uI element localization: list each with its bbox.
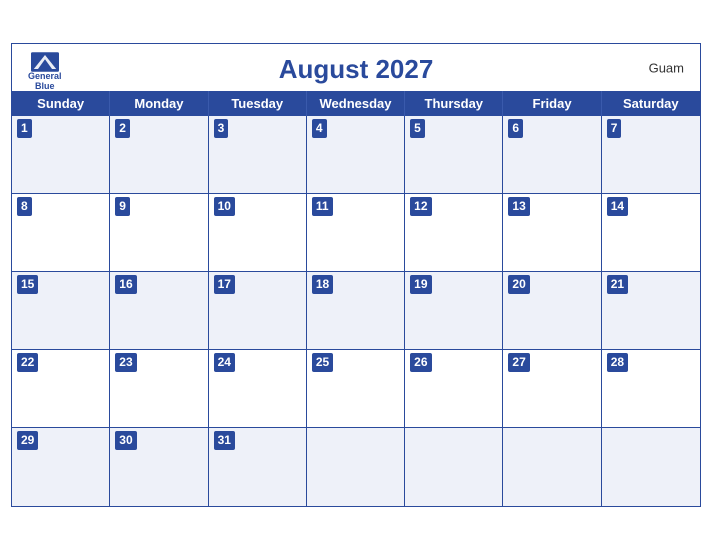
calendar-title: August 2027 [279, 54, 434, 85]
cell-day-4: 4 [307, 116, 405, 194]
day-monday: Monday [110, 91, 208, 116]
date-number: 7 [607, 119, 622, 138]
date-number: 21 [607, 275, 628, 294]
date-number: 16 [115, 275, 136, 294]
date-number: 1 [17, 119, 32, 138]
date-number: 25 [312, 353, 333, 372]
date-number: 29 [17, 431, 38, 450]
cell-day-14: 14 [602, 194, 700, 272]
date-number: 2 [115, 119, 130, 138]
cell-day-3: 3 [209, 116, 307, 194]
date-number: 27 [508, 353, 529, 372]
cell-day-6: 6 [503, 116, 601, 194]
date-number: 14 [607, 197, 628, 216]
date-number: 10 [214, 197, 235, 216]
day-headers: Sunday Monday Tuesday Wednesday Thursday… [12, 91, 700, 116]
cell-day-7: 7 [602, 116, 700, 194]
cell-day-24: 24 [209, 350, 307, 428]
region-label: Guam [649, 60, 684, 75]
date-number: 11 [312, 197, 333, 216]
cell-day-21: 21 [602, 272, 700, 350]
date-number: 24 [214, 353, 235, 372]
cell-day-12: 12 [405, 194, 503, 272]
logo: General Blue [28, 52, 62, 92]
cell-day-29: 29 [12, 428, 110, 506]
date-number: 17 [214, 275, 235, 294]
cell-day-10: 10 [209, 194, 307, 272]
cell-day-20: 20 [503, 272, 601, 350]
cell-day-27: 27 [503, 350, 601, 428]
date-number: 6 [508, 119, 523, 138]
cell-empty [602, 428, 700, 506]
calendar: General Blue August 2027 Guam Sunday Mon… [11, 43, 701, 507]
cell-day-8: 8 [12, 194, 110, 272]
cell-day-1: 1 [12, 116, 110, 194]
cell-day-28: 28 [602, 350, 700, 428]
cell-day-15: 15 [12, 272, 110, 350]
date-number: 18 [312, 275, 333, 294]
day-sunday: Sunday [12, 91, 110, 116]
date-number: 9 [115, 197, 130, 216]
cell-day-16: 16 [110, 272, 208, 350]
cell-day-17: 17 [209, 272, 307, 350]
date-number: 20 [508, 275, 529, 294]
logo-icon [31, 52, 59, 72]
cell-day-19: 19 [405, 272, 503, 350]
cell-empty [307, 428, 405, 506]
cell-day-5: 5 [405, 116, 503, 194]
date-number: 8 [17, 197, 32, 216]
date-number: 5 [410, 119, 425, 138]
date-number: 4 [312, 119, 327, 138]
date-number: 28 [607, 353, 628, 372]
date-number: 22 [17, 353, 38, 372]
date-number: 31 [214, 431, 235, 450]
date-number: 15 [17, 275, 38, 294]
day-thursday: Thursday [405, 91, 503, 116]
cell-day-22: 22 [12, 350, 110, 428]
calendar-header: General Blue August 2027 Guam [12, 44, 700, 91]
cell-day-11: 11 [307, 194, 405, 272]
date-number: 19 [410, 275, 431, 294]
cell-day-25: 25 [307, 350, 405, 428]
date-number: 12 [410, 197, 431, 216]
day-friday: Friday [503, 91, 601, 116]
cell-empty [405, 428, 503, 506]
cell-day-13: 13 [503, 194, 601, 272]
date-number: 23 [115, 353, 136, 372]
cell-day-18: 18 [307, 272, 405, 350]
cell-day-9: 9 [110, 194, 208, 272]
cell-empty [503, 428, 601, 506]
date-number: 3 [214, 119, 229, 138]
logo-blue-text: Blue [35, 82, 55, 92]
cell-day-31: 31 [209, 428, 307, 506]
date-number: 13 [508, 197, 529, 216]
day-wednesday: Wednesday [307, 91, 405, 116]
date-number: 26 [410, 353, 431, 372]
date-number: 30 [115, 431, 136, 450]
cell-day-23: 23 [110, 350, 208, 428]
cell-day-26: 26 [405, 350, 503, 428]
day-tuesday: Tuesday [209, 91, 307, 116]
cell-day-30: 30 [110, 428, 208, 506]
cell-day-2: 2 [110, 116, 208, 194]
calendar-grid: 1234567891011121314151617181920212223242… [12, 116, 700, 506]
day-saturday: Saturday [602, 91, 700, 116]
